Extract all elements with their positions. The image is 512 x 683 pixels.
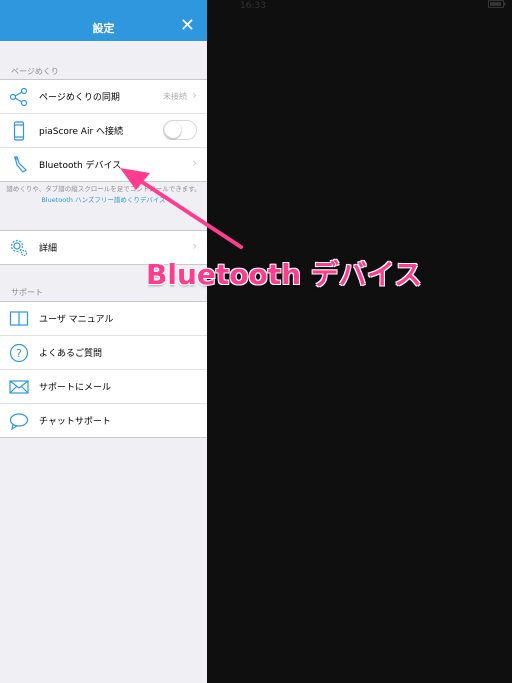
settings-panel: 設定 ✕ ページめくり ページめくりの同期 未接続 › piaScore Air… — [0, 0, 207, 683]
page-title: 設定 — [92, 22, 115, 35]
air-label: piaScore Air へ接続 — [39, 127, 124, 137]
section-header-support: サポート — [11, 288, 43, 297]
share-nodes-icon — [9, 87, 29, 107]
support-row-faq[interactable]: ? よくあるご質問 — [0, 336, 207, 370]
support-label: チャットサポート — [39, 417, 111, 427]
support-label: よくあるご質問 — [39, 349, 103, 359]
page-turn-group: ページめくりの同期 未接続 › piaScore Air へ接続 Bluetoo… — [0, 79, 207, 182]
chevron-right-icon: › — [192, 88, 197, 102]
annotation-label: Bluetooth デバイス — [146, 258, 422, 291]
advanced-label: 詳細 — [39, 244, 58, 254]
svg-text:?: ? — [16, 347, 22, 360]
bluetooth-row[interactable]: Bluetooth デバイス › — [0, 148, 207, 181]
support-label: サポートにメール — [39, 383, 112, 393]
support-row-manual[interactable]: ユーザ マニュアル — [0, 302, 207, 336]
phone-icon — [9, 121, 29, 141]
sync-row[interactable]: ページめくりの同期 未接続 › — [0, 80, 207, 114]
mail-icon — [9, 377, 29, 397]
support-row-chat[interactable]: チャットサポート — [0, 404, 207, 437]
question-icon: ? — [9, 343, 29, 363]
battery-icon — [488, 0, 506, 12]
close-icon[interactable]: ✕ — [180, 15, 195, 36]
chevron-right-icon: › — [192, 239, 197, 253]
nav-bar: 設定 ✕ — [0, 0, 207, 41]
sync-label: ページめくりの同期 — [39, 93, 120, 103]
page-turn-footnote: 譜めくりや、タブ譜の縦スクロールを足でコントロールできます。 — [6, 185, 201, 193]
chevron-right-icon: › — [192, 156, 197, 170]
book-icon — [9, 309, 29, 329]
air-toggle[interactable] — [163, 120, 197, 140]
bluetooth-label: Bluetooth デバイス — [39, 161, 122, 171]
toggle-knob — [165, 122, 181, 138]
section-header-page-turn: ページめくり — [11, 67, 59, 76]
support-label: ユーザ マニュアル — [39, 315, 114, 325]
air-row: piaScore Air へ接続 — [0, 114, 207, 148]
status-time: 16:33 — [240, 1, 266, 11]
support-row-mail[interactable]: サポートにメール — [0, 370, 207, 404]
support-group: ユーザ マニュアル ? よくあるご質問 サポートにメール チャットサポート — [0, 301, 207, 438]
sync-status: 未接続 — [163, 92, 187, 101]
foot-pedal-icon — [9, 155, 29, 175]
footnote-link[interactable]: Bluetooth ハンズフリー譜めくりデバイス — [0, 194, 207, 204]
gear-icon — [9, 238, 29, 258]
chat-icon — [9, 411, 29, 431]
